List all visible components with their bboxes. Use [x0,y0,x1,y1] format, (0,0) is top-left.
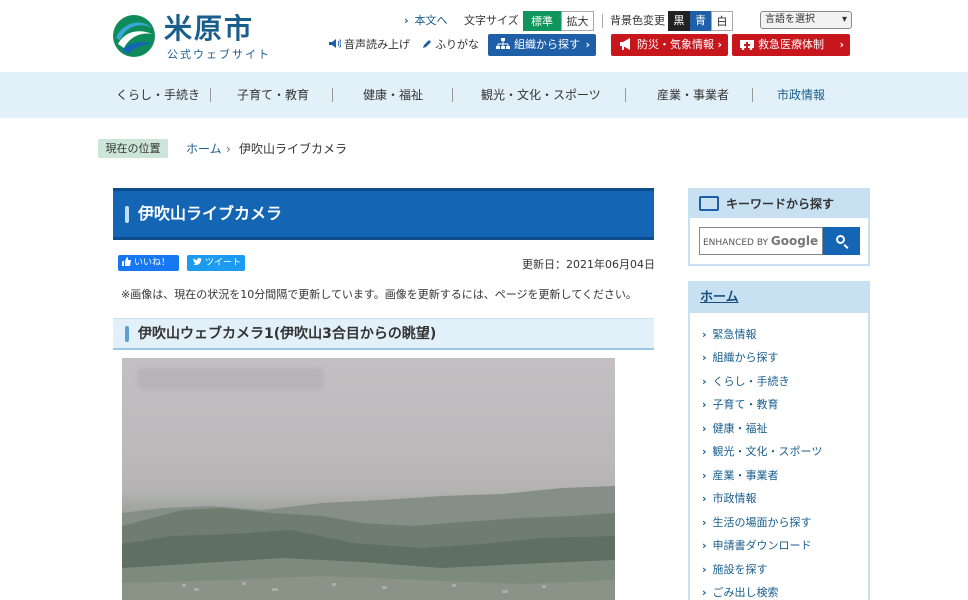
search-icon [836,235,845,244]
divider [210,88,211,102]
chevron-right-icon: › [717,38,722,51]
search-button[interactable] [823,227,860,255]
gnav-item-business[interactable]: 産業・事業者 [657,72,729,118]
tweet-label: ツイート [205,258,242,268]
sidebar-item-org[interactable]: 組織から探す [702,350,779,366]
keyword-search-title: キーワードから探す [726,197,835,211]
divider [752,88,753,102]
site-logo[interactable]: 米原市 公式ウェブサイト [112,12,272,62]
font-size-large-button[interactable]: 拡大 [561,11,594,31]
breadcrumb-current: 伊吹山ライブカメラ [239,142,348,156]
org-search-label: 組織から探す [514,38,580,51]
logo-title: 米原市 [164,12,255,45]
page-title-banner: 伊吹山ライブカメラ [113,188,654,240]
keyword-search-box: キーワードから探す ENHANCED BY Google [688,188,870,266]
site-header: 米原市 公式ウェブサイト 本文へ 文字サイズ 標準 拡大 背景色変更 黒 青 白… [0,0,968,72]
sidebar-item-garbage[interactable]: ごみ出し検索 [702,585,779,600]
font-size-standard-button[interactable]: 標準 [523,11,561,31]
bg-color-label: 背景色変更 [610,14,665,27]
voice-read-link[interactable]: 音声読み上げ [328,34,410,56]
emergency-medical-button[interactable]: 救急医療体制 › [732,34,850,56]
sidebar-home-link[interactable]: ホーム [700,289,739,307]
sidebar-item-facilities[interactable]: 施設を探す [702,562,768,578]
camera-heading: 伊吹山ウェブカメラ1(伊吹山3合目からの眺望) [138,326,437,342]
bg-white-button[interactable]: 白 [711,11,733,31]
sidebar-item-life-scene[interactable]: 生活の場面から探す [702,515,812,531]
sidebar-item-forms[interactable]: 申請書ダウンロード [702,538,812,554]
bg-blue-button[interactable]: 青 [690,11,711,31]
sidebar-item-emergency[interactable]: 緊急情報 [702,327,757,343]
org-chart-icon [496,38,510,49]
divider [332,88,333,102]
global-nav: くらし・手続き 子育て・教育 健康・福祉 観光・文化・スポーツ 産業・事業者 市… [0,72,968,118]
keyboard-icon [699,196,719,211]
megaphone-icon [620,38,630,50]
sidebar-item-business[interactable]: 産業・事業者 [702,468,779,484]
logo-mark-icon [113,15,155,57]
divider [452,88,453,102]
skip-to-content-link[interactable]: 本文へ [404,11,448,31]
gnav-item-city-info[interactable]: 市政情報 [777,72,825,118]
divider [602,14,603,28]
disaster-info-label: 防災・気象情報 [637,38,714,51]
heading-accent-bar [125,326,129,342]
gnav-item-health[interactable]: 健康・福祉 [363,72,423,118]
bg-black-button[interactable]: 黒 [668,11,690,31]
ambulance-icon [740,40,754,51]
divider [625,88,626,102]
camera-section-heading: 伊吹山ウェブカメラ1(伊吹山3合目からの眺望) [113,318,654,350]
keyword-search-header: キーワードから探す [690,190,868,218]
sidebar-item-health[interactable]: 健康・福祉 [702,421,768,437]
furigana-label: ふりがな [435,38,479,51]
logo-subtitle: 公式ウェブサイト [167,48,271,61]
update-note: ※画像は、現在の状況を10分間隔で更新しています。画像を更新するには、ページを更… [121,288,637,301]
sidebar-home-nav: ホーム 緊急情報 組織から探す くらし・手続き 子育て・教育 健康・福祉 観光・… [688,281,870,600]
like-label: いいね！ [134,258,171,268]
chevron-right-icon: › [585,38,590,51]
emergency-medical-label: 救急医療体制 [758,38,824,51]
updated-date: 更新日：2021年06月04日 [522,258,655,271]
twitter-bird-icon [193,258,202,266]
tweet-button[interactable]: ツイート [187,255,245,271]
gnav-item-living[interactable]: くらし・手続き [116,72,200,118]
live-camera-image [122,358,615,600]
speaker-icon [329,39,342,48]
language-select[interactable]: 言語を選択 [760,11,852,29]
facebook-like-button[interactable]: いいね！ [118,255,179,271]
sidebar-item-living[interactable]: くらし・手続き [702,374,790,390]
sidebar-item-tourism[interactable]: 観光・文化・スポーツ [702,444,823,460]
font-size-label: 文字サイズ [464,14,519,27]
voice-read-label: 音声読み上げ [344,38,410,51]
breadcrumb-home-link[interactable]: ホーム [186,139,222,159]
page-title: 伊吹山ライブカメラ [138,204,283,223]
sidebar-item-childcare[interactable]: 子育て・教育 [702,397,779,413]
pencil-icon [423,40,431,48]
sidebar-home-header: ホーム [690,283,868,313]
camera-landscape [122,486,615,600]
gnav-item-tourism[interactable]: 観光・文化・スポーツ [481,72,601,118]
thumbs-up-icon [122,257,131,266]
breadcrumb-separator-icon: › [226,142,231,156]
furigana-link[interactable]: ふりがな [422,34,479,56]
search-input-prefix: ENHANCED BY [703,238,769,248]
search-input[interactable]: ENHANCED BY Google [699,227,823,255]
chevron-right-icon: › [839,38,844,51]
breadcrumb-label: 現在の位置 [98,139,168,158]
sidebar-item-city-info[interactable]: 市政情報 [702,491,757,507]
gnav-item-childcare[interactable]: 子育て・教育 [237,72,309,118]
disaster-info-button[interactable]: 防災・気象情報 › [611,34,728,56]
search-input-brand: Google [770,234,819,248]
title-accent-bar [125,206,129,223]
org-search-button[interactable]: 組織から探す › [488,34,596,56]
